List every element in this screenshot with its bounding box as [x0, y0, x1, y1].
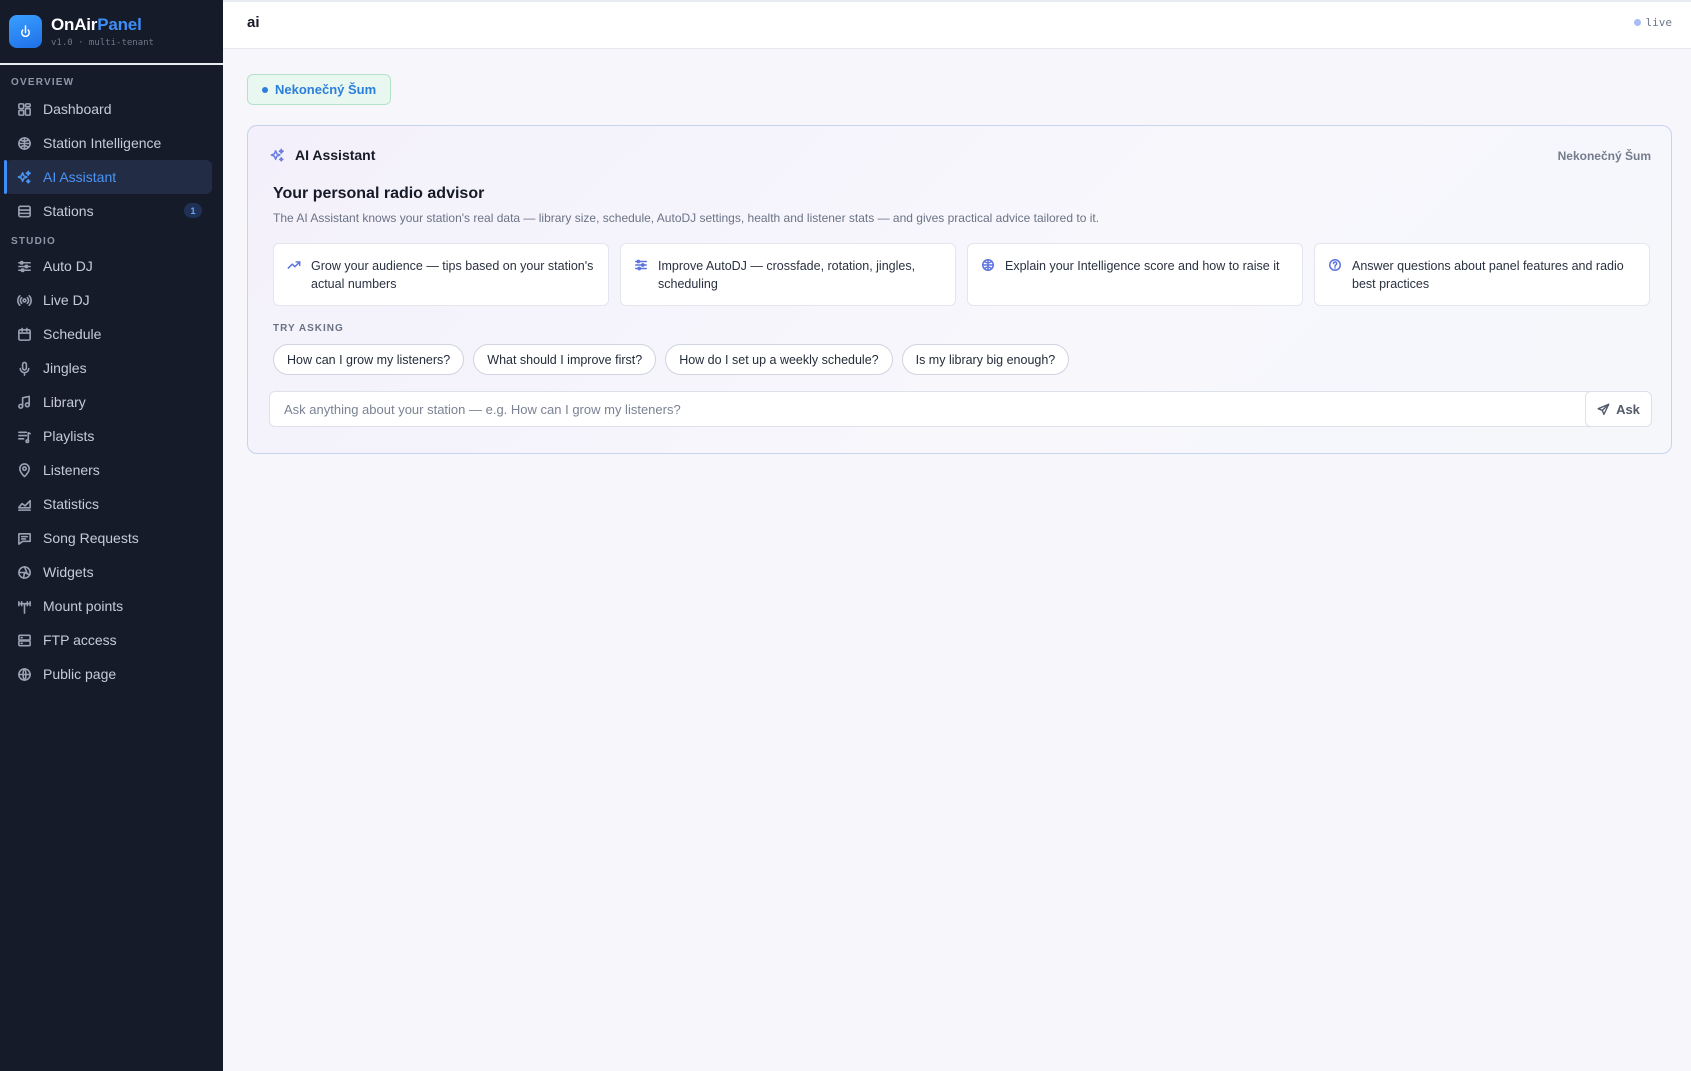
try-asking-label: TRY ASKING	[273, 323, 344, 334]
feature-text: Answer questions about panel features an…	[1352, 259, 1624, 291]
brand-name: OnAirPanel	[51, 15, 142, 34]
sidebar-item-label: AI Assistant	[43, 169, 117, 185]
database-icon	[17, 204, 32, 219]
sidebar-item-label: Stations	[43, 203, 94, 219]
card-heading: Your personal radio advisor	[273, 185, 485, 202]
sparkles-icon	[17, 170, 32, 185]
sliders-icon	[634, 258, 648, 272]
live-status: live	[1633, 16, 1673, 29]
area-chart-icon	[17, 497, 32, 512]
sidebar-item-label: FTP access	[43, 632, 117, 648]
sliders-icon	[17, 259, 32, 274]
card-description: The AI Assistant knows your station's re…	[273, 211, 1100, 225]
suggestion-chip[interactable]: What should I improve first?	[473, 344, 657, 375]
feature-card-improve-autodj: Improve AutoDJ — crossfade, rotation, ji…	[620, 243, 956, 306]
station-selector-chip[interactable]: Nekonečný Šum	[247, 74, 392, 105]
card-station-name: Nekonečný Šum	[1557, 149, 1651, 163]
feature-list: Grow your audience — tips based on your …	[273, 243, 1650, 306]
sidebar-item-jingles[interactable]: Jingles	[5, 351, 212, 385]
sidebar-item-playlists[interactable]: Playlists	[5, 419, 212, 453]
suggestion-chip[interactable]: How do I set up a weekly schedule?	[665, 344, 893, 375]
trending-up-icon	[287, 258, 301, 272]
sidebar-item-song-requests[interactable]: Song Requests	[5, 521, 212, 555]
widget-icon	[17, 565, 32, 580]
ai-assistant-card: AI Assistant Nekonečný Šum Your personal…	[247, 125, 1672, 454]
sidebar: OnAirPanel v1.0 · multi-tenant OVERVIEW …	[0, 0, 223, 1071]
brand[interactable]: OnAirPanel v1.0 · multi-tenant	[0, 0, 223, 65]
sidebar-item-label: Mount points	[43, 598, 124, 614]
page-title: ai	[247, 14, 260, 31]
sidebar-item-label: Live DJ	[43, 292, 90, 308]
sidebar-item-label: Statistics	[43, 496, 100, 512]
globe-icon	[17, 667, 32, 682]
sidebar-item-label: Public page	[43, 666, 117, 682]
stations-count-badge: 1	[184, 203, 202, 218]
sidebar-item-station-intelligence[interactable]: Station Intelligence	[5, 126, 212, 160]
sidebar-item-schedule[interactable]: Schedule	[5, 317, 212, 351]
antenna-icon	[17, 599, 32, 614]
feature-card-panel-questions: Answer questions about panel features an…	[1314, 243, 1650, 306]
sidebar-item-label: Playlists	[43, 428, 95, 444]
sidebar-item-ai-assistant[interactable]: AI Assistant	[4, 160, 212, 194]
calendar-icon	[17, 327, 32, 342]
feature-text: Explain your Intelligence score and how …	[1005, 259, 1280, 273]
suggestion-chip[interactable]: How can I grow my listeners?	[273, 344, 465, 375]
send-icon	[1597, 403, 1610, 415]
live-status-label: live	[1645, 16, 1673, 29]
section-label-studio: STUDIO	[11, 236, 56, 247]
sidebar-item-public-page[interactable]: Public page	[5, 657, 212, 691]
ask-button-label: Ask	[1616, 401, 1640, 417]
card-header-title: AI Assistant	[295, 147, 376, 163]
broadcast-icon	[17, 293, 32, 308]
sidebar-item-label: Dashboard	[43, 101, 112, 117]
sparkles-icon	[270, 148, 284, 162]
brand-subtitle: v1.0 · multi-tenant	[51, 38, 154, 48]
dashboard-icon	[17, 102, 32, 117]
live-dot-icon	[1633, 19, 1641, 26]
logo-icon	[9, 15, 42, 48]
station-dot-icon	[262, 86, 268, 93]
sidebar-item-label: Song Requests	[43, 530, 139, 546]
brain-icon	[981, 258, 995, 272]
suggestion-chip[interactable]: Is my library big enough?	[901, 344, 1070, 375]
sidebar-item-label: Listeners	[43, 462, 100, 478]
sidebar-item-label: Library	[43, 394, 86, 410]
help-circle-icon	[1328, 258, 1342, 272]
sidebar-item-mount-points[interactable]: Mount points	[5, 589, 212, 623]
sidebar-item-label: Widgets	[43, 564, 94, 580]
suggestion-chips: How can I grow my listeners? What should…	[273, 344, 1070, 375]
sidebar-item-listeners[interactable]: Listeners	[5, 453, 212, 487]
sidebar-item-statistics[interactable]: Statistics	[5, 487, 212, 521]
sidebar-item-label: Jingles	[43, 360, 87, 376]
feature-card-grow-audience: Grow your audience — tips based on your …	[273, 243, 609, 306]
sidebar-item-live-dj[interactable]: Live DJ	[5, 283, 212, 317]
sidebar-item-dashboard[interactable]: Dashboard	[5, 92, 212, 126]
server-icon	[17, 633, 32, 648]
ask-button[interactable]: Ask	[1585, 391, 1652, 427]
card-header: AI Assistant	[270, 147, 375, 163]
sidebar-item-widgets[interactable]: Widgets	[5, 555, 212, 589]
sidebar-item-ftp-access[interactable]: FTP access	[5, 623, 212, 657]
feature-text: Improve AutoDJ — crossfade, rotation, ji…	[658, 259, 916, 291]
microphone-icon	[17, 361, 32, 376]
sidebar-item-label: Schedule	[43, 326, 102, 342]
message-icon	[17, 531, 32, 546]
music-note-icon	[17, 395, 32, 410]
ask-input[interactable]	[269, 391, 1594, 427]
playlist-icon	[17, 429, 32, 444]
sidebar-item-label: Auto DJ	[43, 258, 93, 274]
feature-card-intelligence-score: Explain your Intelligence score and how …	[967, 243, 1303, 306]
sidebar-item-library[interactable]: Library	[5, 385, 212, 419]
brain-icon	[17, 136, 32, 151]
sidebar-item-stations[interactable]: Stations 1	[5, 194, 212, 228]
feature-text: Grow your audience — tips based on your …	[311, 259, 594, 291]
section-label-overview: OVERVIEW	[11, 77, 75, 88]
station-chip-label: Nekonečný Šum	[275, 82, 377, 97]
sidebar-item-auto-dj[interactable]: Auto DJ	[5, 249, 212, 283]
topbar: ai live	[223, 0, 1691, 49]
sidebar-item-label: Station Intelligence	[43, 135, 162, 151]
map-pin-icon	[17, 462, 32, 478]
